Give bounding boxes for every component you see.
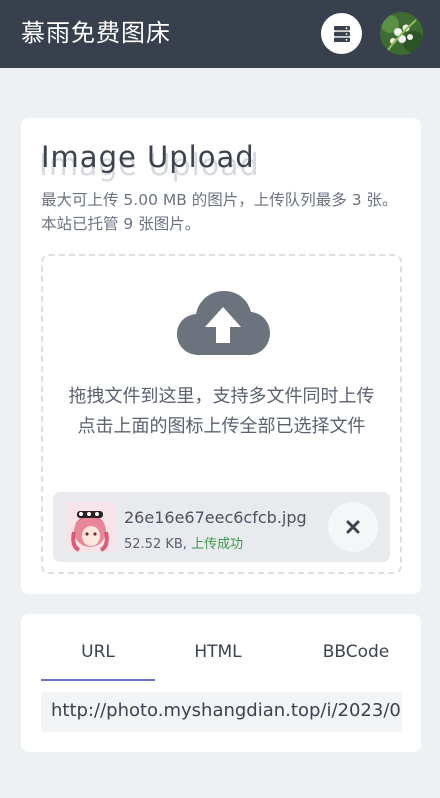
user-avatar[interactable] [380, 12, 423, 55]
dropzone-text-line1: 拖拽文件到这里，支持多文件同时上传 [68, 386, 375, 407]
tab-html[interactable]: HTML [161, 642, 275, 662]
file-name: 26e16e67eec6cfcb.jpg [124, 508, 307, 527]
upload-description: 最大可上传 5.00 MB 的图片，上传队列最多 3 张。本站已托管 9 张图片… [41, 191, 398, 233]
top-bar: 慕雨免费图床 [0, 0, 440, 68]
dropzone-text-line2: 点击上面的图标上传全部已选择文件 [77, 416, 366, 437]
active-tab-indicator [41, 679, 155, 681]
file-thumbnail [65, 502, 115, 552]
server-button[interactable] [321, 13, 362, 54]
site-title[interactable]: 慕雨免费图床 [21, 17, 171, 49]
upload-status: 上传成功 [191, 537, 244, 552]
close-icon [346, 520, 360, 534]
link-output-text[interactable]: http://photo.myshangdian.top/i/2023/08 [51, 700, 402, 721]
thumbnail-image [65, 502, 115, 552]
links-card: URL HTML BBCode http://photo.myshangdian… [21, 614, 421, 752]
server-stack-icon [333, 25, 350, 42]
upload-file-item: 26e16e67eec6cfcb.jpg 52.52 KB, 上传成功 [53, 492, 390, 562]
dropzone-instructions: 拖拽文件到这里，支持多文件同时上传 点击上面的图标上传全部已选择文件 [51, 382, 392, 442]
upload-card: Image Upload Image Upload 最大可上传 5.00 MB … [21, 118, 421, 594]
file-size: 52.52 KB, [124, 537, 187, 552]
avatar-image [380, 12, 423, 55]
cloud-upload-icon[interactable] [175, 289, 271, 357]
tab-url[interactable]: URL [41, 642, 155, 662]
remove-file-button[interactable] [328, 502, 378, 552]
file-meta: 52.52 KB, 上传成功 [124, 533, 243, 552]
upload-title: Image Upload [41, 140, 255, 174]
link-output-field[interactable]: http://photo.myshangdian.top/i/2023/08 [41, 692, 402, 732]
upload-dropzone[interactable]: 拖拽文件到这里，支持多文件同时上传 点击上面的图标上传全部已选择文件 26e16… [41, 254, 402, 574]
tab-bbcode[interactable]: BBCode [301, 642, 411, 662]
